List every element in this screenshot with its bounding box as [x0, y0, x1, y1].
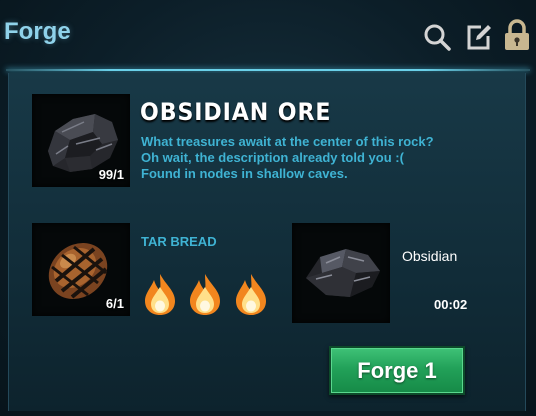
- description-line: Found in nodes in shallow caves.: [141, 166, 348, 181]
- fuel-quantity: 6/1: [105, 296, 124, 311]
- obsidian-icon: [306, 249, 380, 297]
- edit-icon[interactable]: [464, 22, 494, 52]
- search-icon[interactable]: [422, 22, 452, 52]
- flame-icon: [187, 272, 223, 316]
- description-line: What treasures await at the center of th…: [141, 134, 434, 149]
- item-name: OBSIDIAN ORE: [140, 98, 332, 126]
- result-name: Obsidian: [402, 248, 458, 264]
- fuel-slot[interactable]: 6/1: [32, 223, 130, 316]
- flame-icon: [142, 272, 178, 316]
- item-quantity: 99/1: [98, 167, 124, 182]
- flame-icon: [233, 272, 269, 316]
- lock-icon[interactable]: [501, 18, 533, 52]
- fuel-label: TAR BREAD: [141, 234, 217, 249]
- craft-timer: 00:02: [434, 297, 468, 312]
- forge-window: Forge 99/1 OBSIDIAN ORE What treasures a…: [0, 0, 536, 416]
- result-slot[interactable]: [292, 223, 390, 323]
- window-title: Forge: [4, 18, 71, 45]
- item-description: What treasures await at the center of th…: [141, 134, 526, 182]
- description-line: Oh wait, the description already told yo…: [141, 150, 404, 165]
- header-divider: [6, 69, 530, 71]
- forge-button[interactable]: Forge 1: [329, 346, 465, 395]
- item-slot[interactable]: 99/1: [32, 94, 130, 187]
